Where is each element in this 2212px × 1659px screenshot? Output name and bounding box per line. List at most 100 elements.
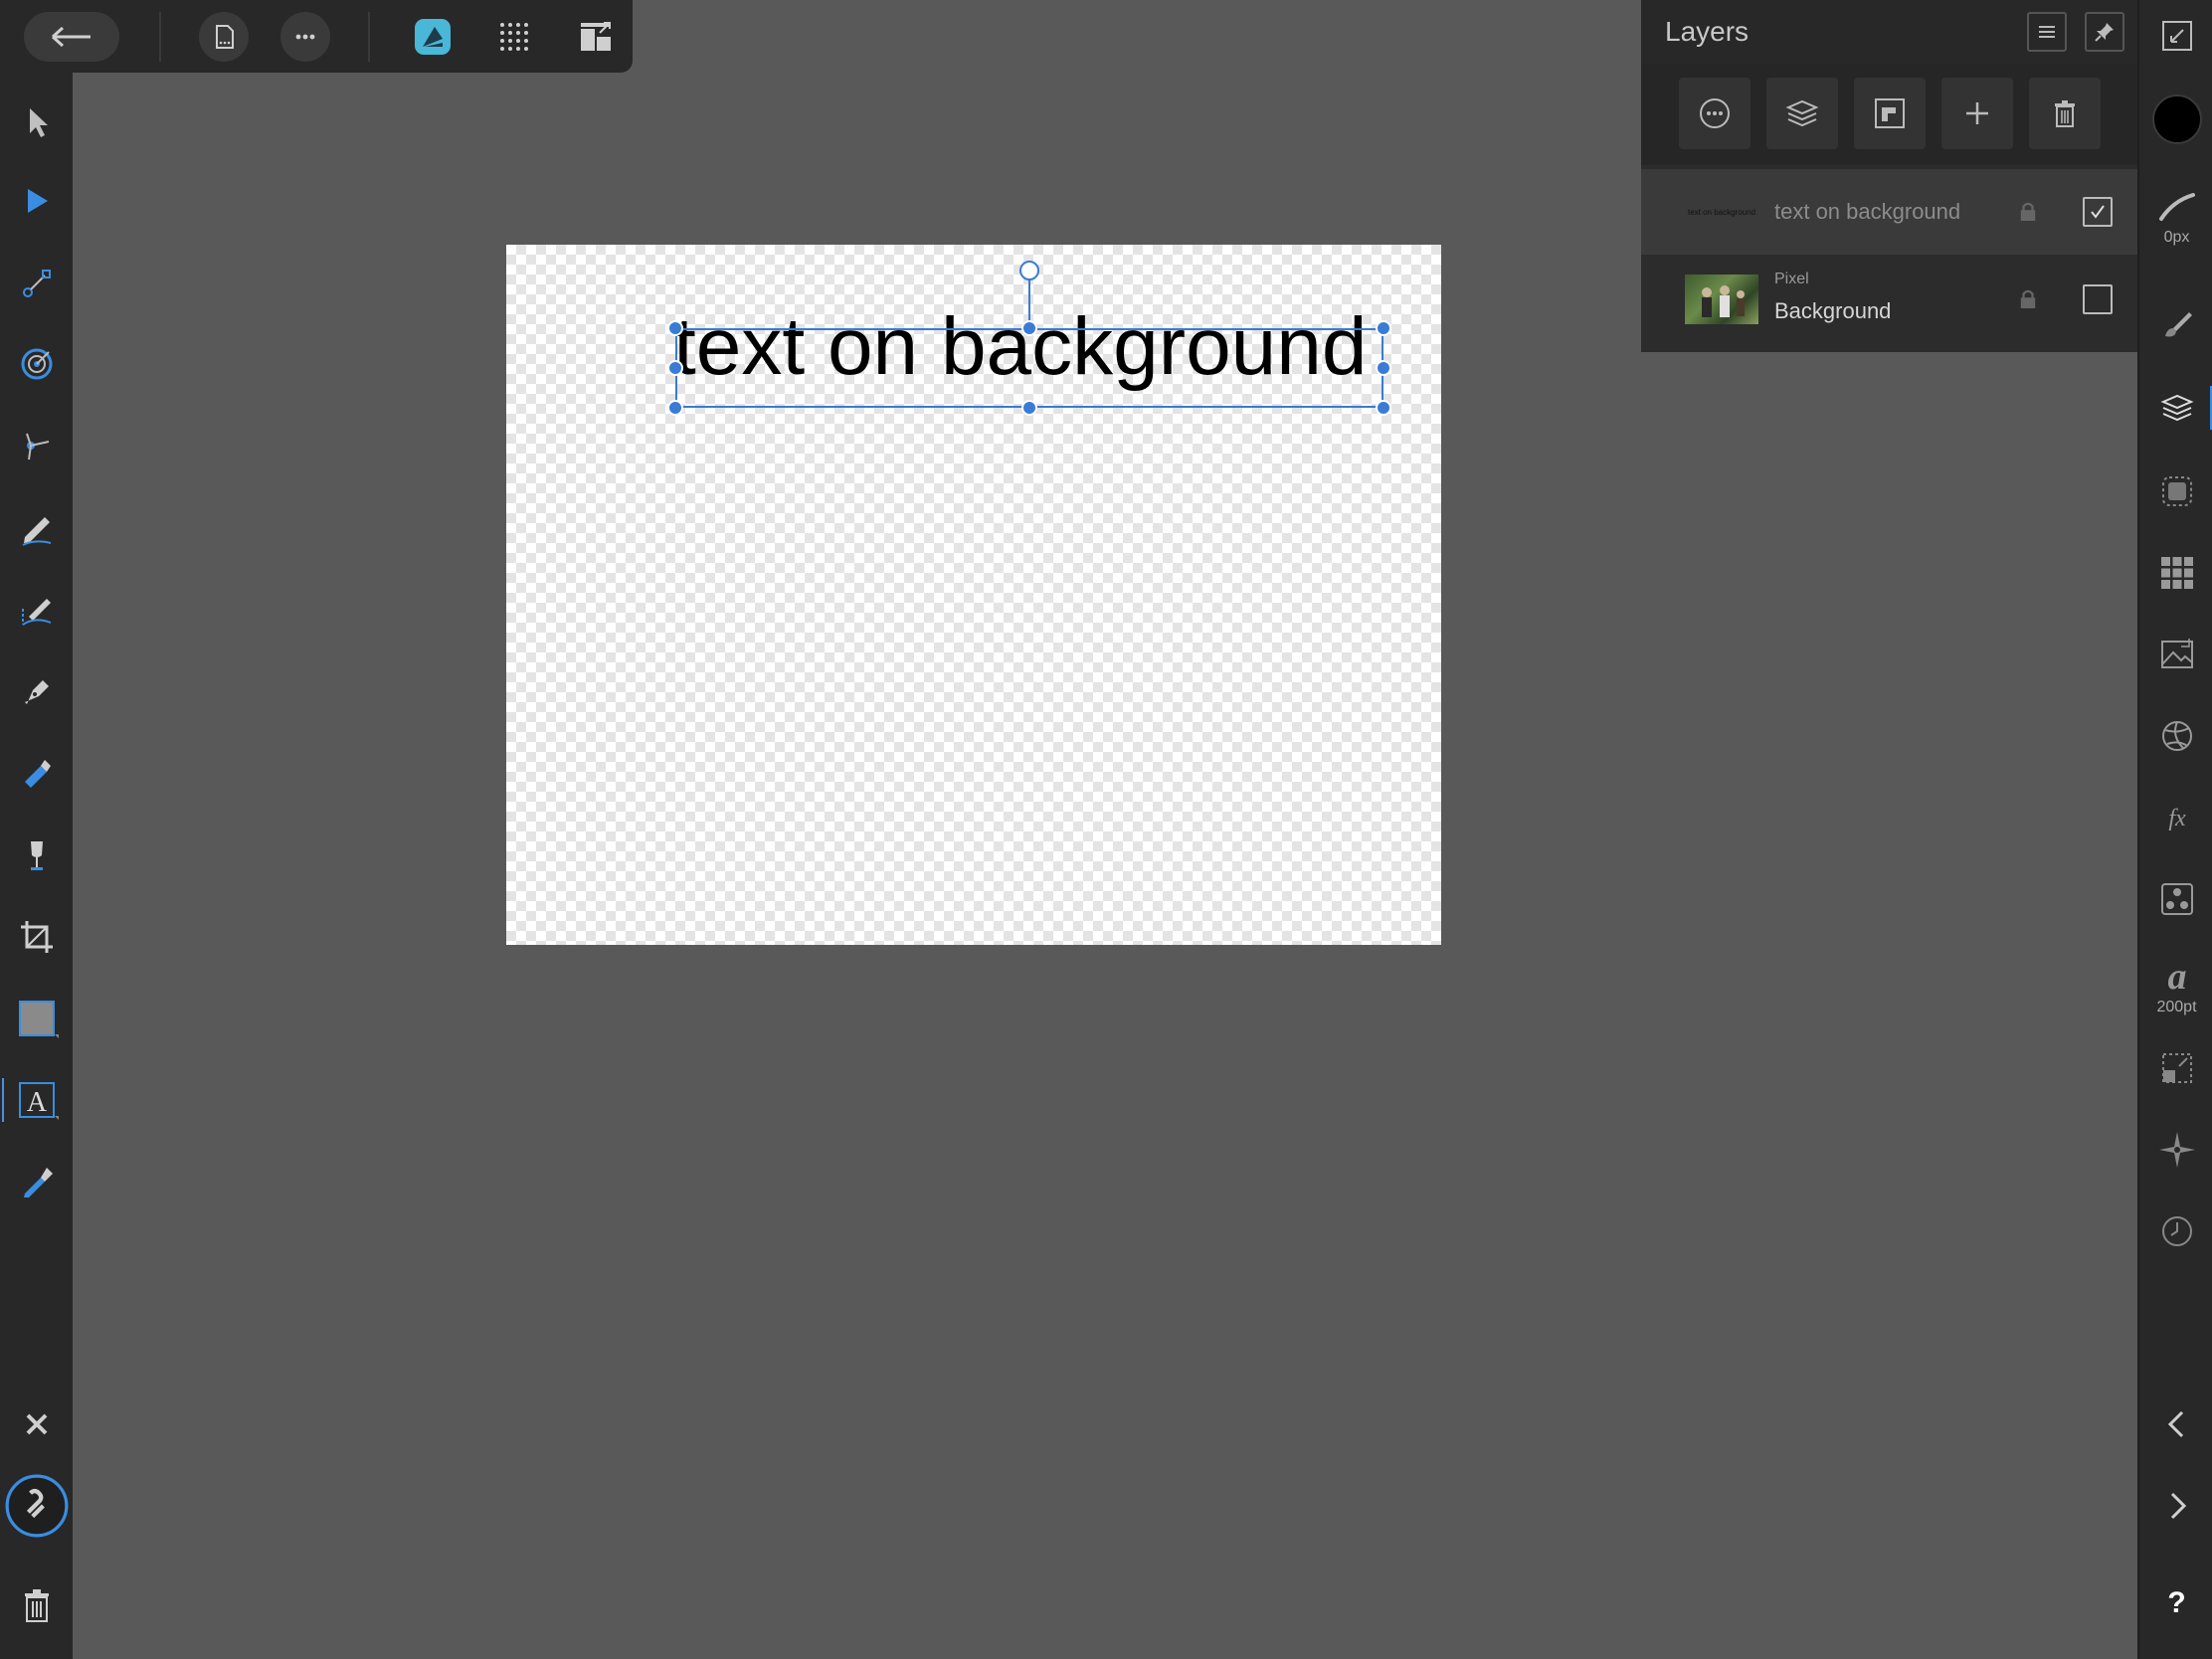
- chevron-right-icon: [2170, 1492, 2186, 1520]
- handle-bottom-middle[interactable]: [1021, 400, 1037, 416]
- crop-icon: [20, 921, 53, 953]
- clock-icon: [2161, 1216, 2192, 1246]
- expand-right-button[interactable]: [2139, 1476, 2212, 1536]
- lock-icon[interactable]: [2019, 201, 2037, 223]
- layers-title: Layers: [1665, 16, 1750, 47]
- swatches-panel-button[interactable]: [2139, 543, 2212, 603]
- move-tool[interactable]: [0, 92, 73, 151]
- stroke-button[interactable]: 0px: [2139, 175, 2212, 259]
- help-button[interactable]: ?: [2139, 1573, 2212, 1633]
- pencil-tool[interactable]: [0, 499, 73, 559]
- text-styles-button[interactable]: a 200pt: [2139, 945, 2212, 1028]
- collapse-left-button[interactable]: [2139, 1394, 2212, 1454]
- layer-name: Background: [1774, 298, 1892, 323]
- fx-icon: fx: [2168, 806, 2186, 831]
- pin-panel-button[interactable]: [2085, 12, 2124, 52]
- image-icon: [2160, 639, 2193, 668]
- node-tool[interactable]: [0, 171, 73, 231]
- node-arrow-icon: [27, 189, 48, 213]
- handle-top-middle[interactable]: [1021, 320, 1037, 336]
- artistic-text-tool[interactable]: A: [0, 1070, 73, 1130]
- aperture-icon: [2161, 721, 2192, 751]
- color-button[interactable]: [2139, 90, 2212, 149]
- fullscreen-button[interactable]: [2139, 6, 2212, 66]
- layers-action-bar: [1641, 64, 2137, 165]
- svg-text:a: a: [2167, 957, 2186, 997]
- rotation-handle[interactable]: [1019, 261, 1039, 280]
- tools-toolbar: A: [0, 0, 73, 1659]
- pen-tool[interactable]: [0, 662, 73, 722]
- layer-visibility-checkbox[interactable]: [2083, 197, 2113, 227]
- vector-brush-icon: [21, 599, 51, 626]
- selection-panel-button[interactable]: [2139, 461, 2212, 521]
- crop-tool[interactable]: [0, 907, 73, 967]
- panel-menu-button[interactable]: [2027, 12, 2067, 52]
- adjustments-panel-button[interactable]: [2139, 706, 2212, 766]
- magnet-icon: [5, 1474, 68, 1538]
- vector-brush-tool[interactable]: [0, 581, 73, 641]
- chevron-left-icon: [2167, 1410, 2183, 1438]
- stock-panel-button[interactable]: [2139, 625, 2212, 684]
- layer-row-text[interactable]: text on background text on background: [1641, 169, 2137, 255]
- styles-panel-button[interactable]: [2139, 869, 2212, 929]
- layer-thumbnail: [1685, 275, 1758, 324]
- studio-bar: 0px fx a 200pt ?: [2137, 0, 2212, 1659]
- lock-icon[interactable]: [2019, 288, 2037, 310]
- photo-people-icon: [1702, 285, 1745, 317]
- layers-panel: Layers text on background text on backgr…: [1641, 0, 2137, 352]
- font-icon: a: [2167, 957, 2186, 997]
- stroke-width-label: 0px: [2163, 229, 2190, 246]
- layers-header: Layers: [1641, 0, 2137, 64]
- trash-icon: [24, 1589, 49, 1622]
- snapping-button[interactable]: [0, 1474, 73, 1538]
- transparency-tool[interactable]: [0, 826, 73, 885]
- layer-type: Pixel: [1774, 271, 1809, 287]
- text-tool-icon: A: [18, 1082, 59, 1120]
- more-icon: [295, 34, 315, 40]
- transform-tool[interactable]: [0, 416, 73, 475]
- corner-tool[interactable]: [0, 253, 73, 312]
- back-button[interactable]: [24, 12, 119, 62]
- navigator-panel-button[interactable]: [2139, 1120, 2212, 1180]
- wine-glass-icon: [30, 841, 43, 870]
- compass-icon: [2158, 1132, 2195, 1168]
- handle-top-right[interactable]: [1376, 320, 1391, 336]
- document-button[interactable]: [199, 12, 249, 62]
- add-layer-button[interactable]: [1941, 78, 2013, 149]
- layer-visibility-checkbox[interactable]: [2083, 284, 2113, 314]
- brushes-panel-button[interactable]: [2139, 294, 2212, 354]
- corner-tool-icon: [22, 270, 51, 297]
- grid-icon: [500, 23, 528, 51]
- handle-middle-left[interactable]: [667, 360, 683, 376]
- mask-layer-button[interactable]: [1854, 78, 1926, 149]
- handle-top-left[interactable]: [667, 320, 683, 336]
- handle-middle-right[interactable]: [1376, 360, 1391, 376]
- layer-stack-button[interactable]: [1766, 78, 1838, 149]
- layers-panel-button[interactable]: [2139, 378, 2212, 438]
- handle-bottom-left[interactable]: [667, 400, 683, 416]
- layer-options-button[interactable]: [1679, 78, 1751, 149]
- selection-box[interactable]: [675, 328, 1383, 408]
- effects-panel-button[interactable]: fx: [2139, 788, 2212, 847]
- delete-layer-button[interactable]: [2029, 78, 2101, 149]
- fill-icon: [24, 760, 51, 788]
- more-button[interactable]: [280, 12, 330, 62]
- grid-button[interactable]: [489, 12, 539, 62]
- layer-stack-icon: [1785, 99, 1819, 127]
- menu-lines-icon: [2039, 26, 2055, 38]
- close-tool-button[interactable]: [0, 1394, 73, 1454]
- layer-row-background[interactable]: Pixel Background: [1641, 257, 2137, 342]
- persona-button[interactable]: [408, 12, 458, 62]
- arrange-button[interactable]: [571, 12, 621, 62]
- delete-button[interactable]: [0, 1575, 73, 1635]
- history-panel-button[interactable]: [2139, 1201, 2212, 1261]
- layers-icon: [2159, 394, 2194, 422]
- color-picker-tool[interactable]: [0, 1152, 73, 1211]
- eyedropper-icon: [23, 1168, 53, 1198]
- point-transform-tool[interactable]: [0, 334, 73, 394]
- shape-tool[interactable]: [0, 989, 73, 1048]
- top-toolbar: [0, 0, 633, 73]
- fill-tool[interactable]: [0, 744, 73, 804]
- handle-bottom-right[interactable]: [1376, 400, 1391, 416]
- transform-panel-button[interactable]: [2139, 1038, 2212, 1098]
